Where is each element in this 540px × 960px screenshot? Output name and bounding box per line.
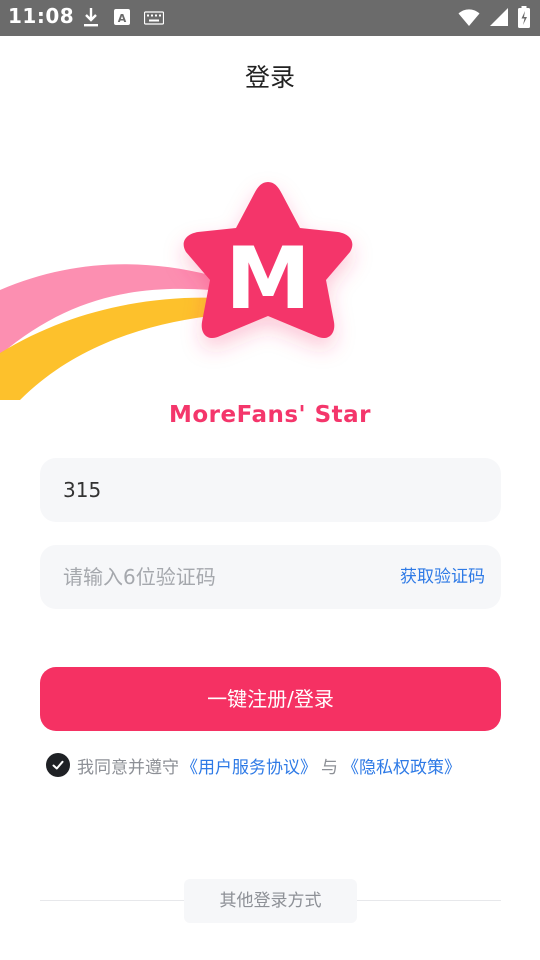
agreement-prefix: 我同意并遵守 [77,757,179,778]
agreement-conjunction: 与 [321,757,338,778]
phone-field[interactable] [40,458,501,522]
status-icons-left: A [82,6,165,32]
agreement-row: 我同意并遵守 《用户服务协议》 与 《隐私权政策》 [46,752,463,778]
get-code-button[interactable]: 获取验证码 [400,545,485,609]
login-button[interactable]: 一键注册/登录 [40,667,501,731]
wifi-icon [458,7,480,31]
other-login-label: 其他登录方式 [184,879,357,923]
page-title: 登录 [244,63,295,92]
logo-letter: M [225,229,311,329]
user-agreement-link[interactable]: 《用户服务协议》 [181,753,317,778]
svg-text:A: A [118,12,127,25]
status-time: 11:08 [8,4,75,28]
privacy-policy-link[interactable]: 《隐私权政策》 [342,753,461,778]
logo-illustration: M [0,150,540,410]
battery-icon [518,6,530,32]
brand-name: MoreFans' Star [168,402,372,428]
agree-checkbox[interactable] [46,753,70,777]
status-icons-right [458,6,530,32]
check-icon [52,760,64,770]
verification-code-input[interactable] [63,545,383,609]
text-a-icon: A [114,9,130,29]
download-icon [82,6,100,32]
keyboard-icon [143,10,165,29]
signal-icon [490,7,508,31]
phone-input[interactable] [63,458,383,522]
code-field[interactable]: 获取验证码 [40,545,501,609]
status-bar: 11:08 A [0,0,540,36]
